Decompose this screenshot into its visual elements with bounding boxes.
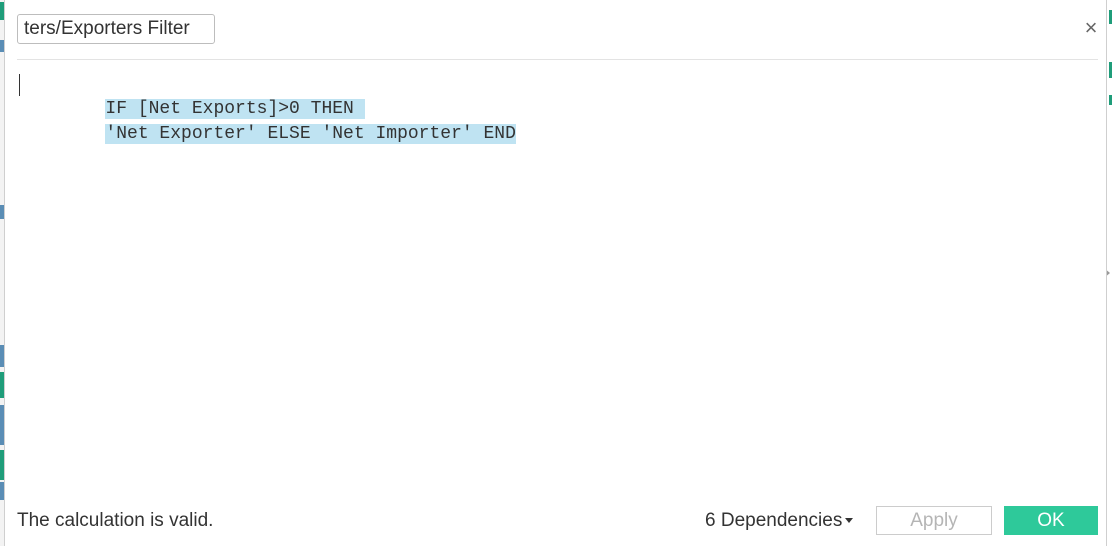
header-divider — [17, 59, 1098, 60]
apply-button[interactable]: Apply — [876, 506, 992, 535]
validation-status-text: The calculation is valid. — [17, 510, 214, 531]
ok-button[interactable]: OK — [1004, 506, 1098, 535]
calculation-name-field[interactable]: ters/Exporters Filter — [17, 14, 215, 44]
close-icon[interactable]: × — [1080, 17, 1102, 39]
dependencies-dropdown[interactable]: 6 Dependencies — [705, 509, 854, 533]
dependencies-label: 6 Dependencies — [705, 510, 843, 531]
formula-line-2: 'Net Exporter' ELSE 'Net Importer' END — [19, 97, 516, 144]
formula-line-2-text: 'Net Exporter' ELSE 'Net Importer' END — [105, 124, 516, 144]
page: ters/Exporters Filter × IF [Net Exports]… — [0, 0, 1112, 546]
chevron-down-icon — [845, 518, 854, 524]
calculation-editor-dialog: ters/Exporters Filter × IF [Net Exports]… — [4, 0, 1107, 546]
formula-editor[interactable]: IF [Net Exports]>0 THEN 'Net Exporter' E… — [17, 70, 1098, 490]
formula-line-1: IF [Net Exports]>0 THEN — [19, 72, 365, 119]
